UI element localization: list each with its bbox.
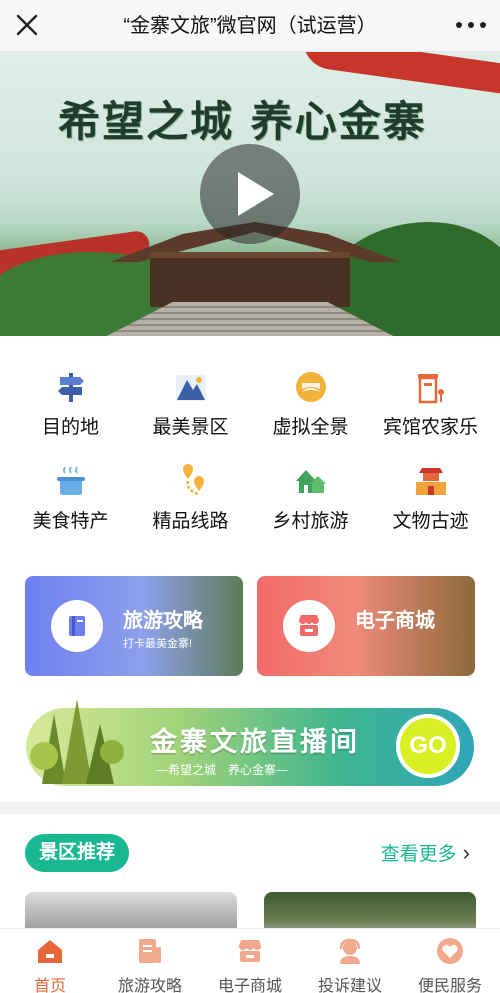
close-icon[interactable]	[14, 12, 40, 38]
card-title: 电子商城	[355, 610, 435, 632]
hero-banner[interactable]: 希望之城 养心金寨	[0, 52, 500, 336]
play-video-button[interactable]	[200, 144, 300, 244]
tab-travel-guide[interactable]: 旅游攻略	[100, 929, 200, 993]
support-agent-icon	[336, 937, 364, 965]
tab-e-shop[interactable]: 电子商城	[200, 929, 300, 993]
gate-building	[150, 252, 350, 307]
top-bar: “金寨文旅”微官网（试运营）	[0, 0, 500, 52]
play-icon	[238, 172, 274, 216]
view-more-label: 查看更多	[380, 844, 457, 865]
chevron-right-icon: ›	[462, 840, 470, 865]
food-pot-icon	[54, 464, 88, 498]
category-hotels[interactable]: 宾馆农家乐	[368, 364, 493, 444]
shop-icon	[236, 937, 264, 965]
go-button[interactable]: GO	[396, 714, 460, 778]
trees-decoration	[30, 699, 124, 784]
view-more-link[interactable]: 查看更多 ›	[381, 838, 470, 870]
more-options-icon[interactable]	[456, 14, 486, 36]
category-panorama[interactable]: 虚拟全景	[248, 364, 373, 444]
section-divider	[0, 802, 500, 814]
panorama-icon	[294, 370, 328, 404]
page-title: “金寨文旅”微官网（试运营）	[123, 15, 377, 37]
travel-guide-card[interactable]: 旅游攻略 打卡最美金寨!	[25, 576, 243, 676]
live-subtitle: —希望之城 养心金寨—	[156, 763, 289, 777]
store-icon	[283, 600, 335, 652]
tab-home[interactable]: 首页	[0, 929, 100, 993]
heart-service-icon	[436, 937, 464, 965]
live-stream-banner[interactable]: 金寨文旅直播间 —希望之城 养心金寨— GO	[26, 699, 474, 786]
tab-complaints[interactable]: 投诉建议	[300, 929, 400, 993]
heritage-icon	[414, 464, 448, 498]
card-title: 旅游攻略	[123, 610, 203, 632]
tab-public-services[interactable]: 便民服务	[400, 929, 500, 993]
hotel-icon	[414, 370, 448, 404]
section-tag: 景区推荐	[25, 834, 130, 872]
bottom-tab-bar: 首页 旅游攻略 电子商城 投诉建议 便民服务	[0, 928, 500, 993]
home-icon	[36, 937, 64, 965]
guide-doc-icon	[136, 937, 164, 965]
category-scenic-spots[interactable]: 最美景区	[128, 364, 253, 444]
mountain-icon	[174, 370, 208, 404]
route-icon	[174, 464, 208, 498]
category-food[interactable]: 美食特产	[8, 458, 133, 538]
category-rural-tourism[interactable]: 乡村旅游	[248, 458, 373, 538]
signpost-icon	[54, 370, 88, 404]
category-routes[interactable]: 精品线路	[128, 458, 253, 538]
e-shop-card[interactable]: 电子商城	[257, 576, 475, 676]
village-icon	[294, 464, 328, 498]
live-title: 金寨文旅直播间	[150, 727, 360, 757]
category-destination[interactable]: 目的地	[8, 364, 133, 444]
card-subtitle: 打卡最美金寨!	[123, 638, 193, 650]
book-icon	[51, 600, 103, 652]
hero-slogan: 希望之城 养心金寨	[58, 97, 427, 146]
category-heritage[interactable]: 文物古迹	[368, 458, 493, 538]
